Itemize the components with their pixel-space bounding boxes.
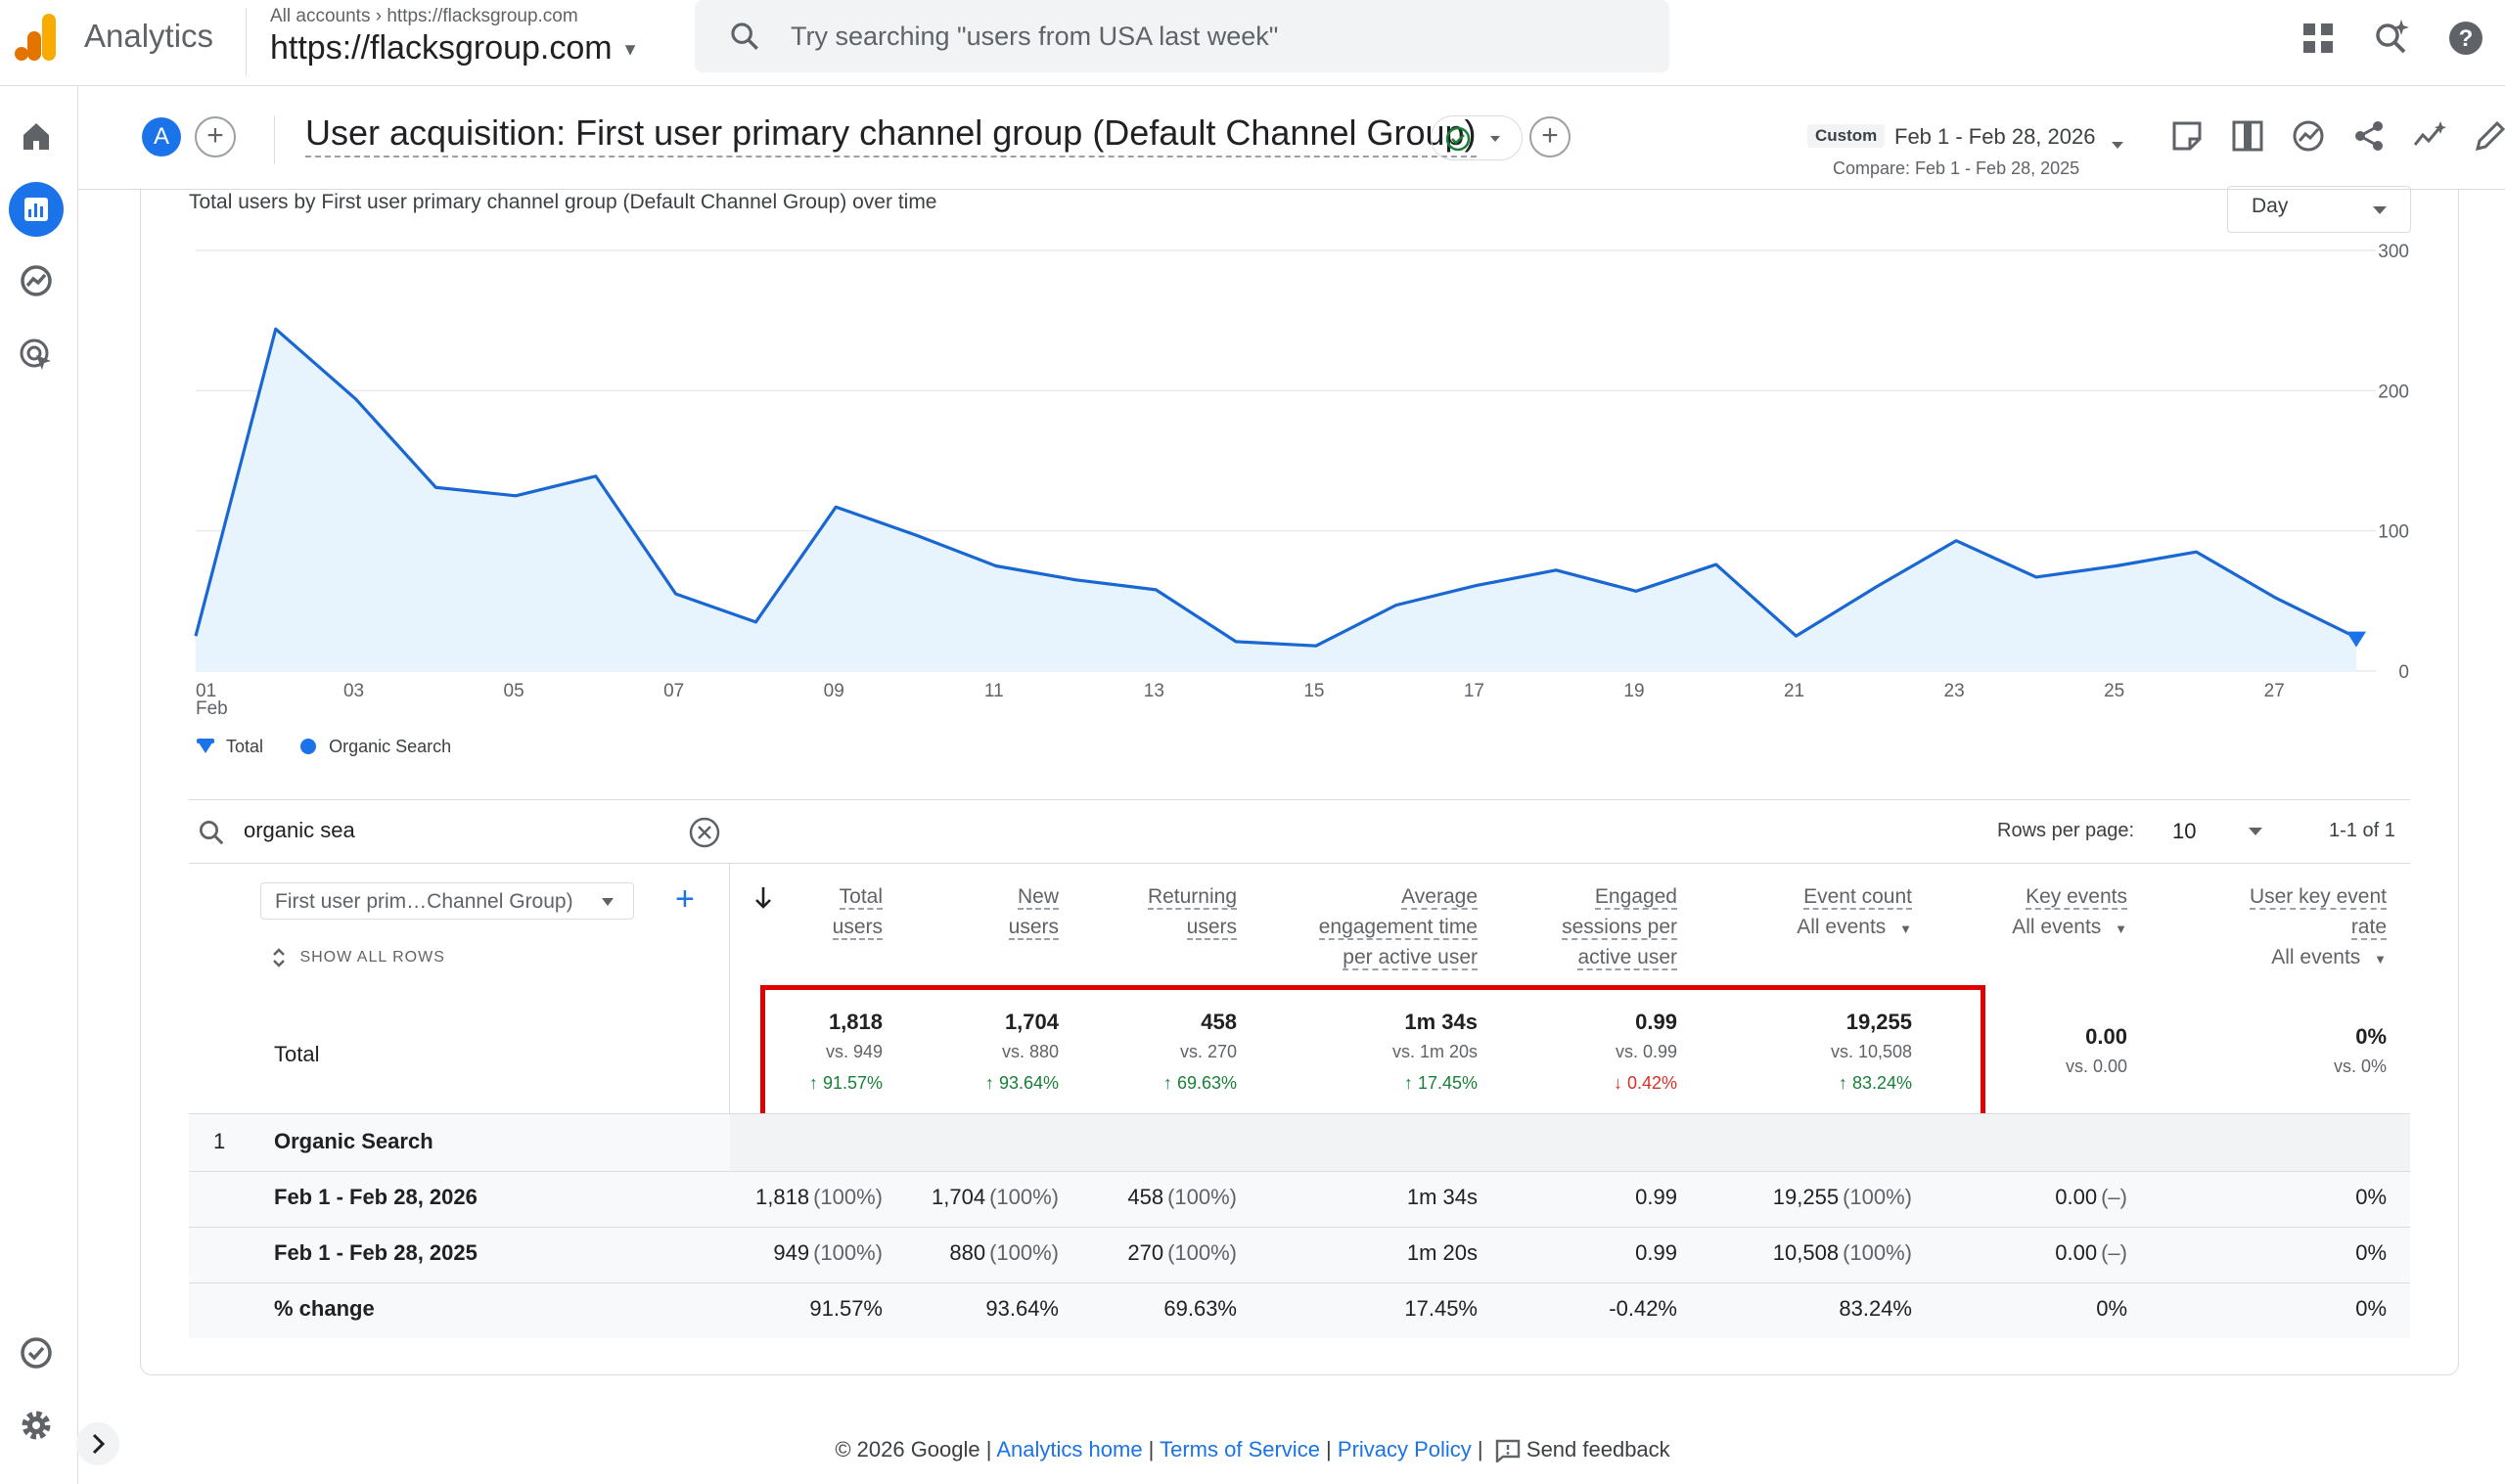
- group-row-fill: [730, 1114, 2410, 1171]
- footer: © 2026 Google | Analytics home | Terms o…: [835, 1437, 1670, 1463]
- col-avg-engagement-time[interactable]: Average engagement time per active user: [1318, 881, 1478, 972]
- row-label: % change: [274, 1296, 375, 1321]
- y-tick-label: 300: [2378, 242, 2409, 262]
- legend-total-marker: [196, 738, 215, 755]
- table-cell: 458 (100%): [1127, 1185, 1237, 1209]
- table-search-input[interactable]: organic sea: [244, 818, 355, 843]
- legend-item-organic-search[interactable]: Organic Search: [329, 737, 451, 757]
- row-channel-name[interactable]: Organic Search: [274, 1129, 433, 1154]
- key-events-total: 0.00 vs. 0.00: [2065, 1024, 2127, 1076]
- rows-per-page-label: Rows per page:: [1997, 820, 2135, 841]
- table-cell: 10,508 (100%): [1772, 1240, 1912, 1265]
- table-cell: 93.64%: [985, 1296, 1059, 1321]
- table-cell: 1,818 (100%): [755, 1185, 883, 1209]
- row-label: Feb 1 - Feb 28, 2025: [274, 1240, 478, 1265]
- event-filter-select[interactable]: All events ▼: [1797, 912, 1912, 944]
- show-all-rows-button[interactable]: SHOW ALL ROWS: [271, 945, 445, 970]
- table-cell: 0%: [2355, 1296, 2387, 1321]
- users-over-time-chart: 010020030001 03 05 07 09 11 13 15 17 19 21 23 25 27Fe…: [194, 242, 2409, 719]
- x-tick-label: 15: [1303, 681, 1324, 701]
- series-area-organic-search: [196, 329, 2356, 671]
- x-tick-label: 07: [663, 681, 684, 701]
- table-cell: 19,255 (100%): [1772, 1185, 1912, 1209]
- y-tick-label: 200: [2378, 382, 2409, 402]
- expand-collapse-icon: [271, 945, 287, 970]
- table-row[interactable]: [189, 1283, 2410, 1338]
- col-total-users[interactable]: Total users: [832, 881, 883, 942]
- highlight-annotation-box: [760, 985, 1985, 1120]
- table-cell: 83.24%: [1839, 1296, 1912, 1321]
- x-tick-label: 21: [1784, 681, 1804, 701]
- x-tick-label: 09: [824, 681, 844, 701]
- chart-legend: Total Organic Search: [196, 736, 451, 757]
- table-search-bar: organic sea Rows per page: 10 1-1 of 1: [189, 799, 2410, 864]
- legend-item-total[interactable]: Total: [226, 737, 263, 757]
- caret-down-icon: ▼: [2115, 922, 2127, 936]
- copyright: © 2026 Google: [835, 1437, 980, 1462]
- table-cell: 0%: [2096, 1296, 2127, 1321]
- pagination-status: 1-1 of 1: [2329, 820, 2395, 841]
- y-tick-label: 100: [2378, 522, 2409, 543]
- table-cell: -0.42%: [1609, 1296, 1677, 1321]
- col-key-events[interactable]: Key events All events ▼: [2012, 881, 2127, 944]
- y-tick-label: 0: [2398, 662, 2409, 683]
- table-cell: 69.63%: [1163, 1296, 1237, 1321]
- search-icon: [197, 818, 226, 847]
- add-dimension-button[interactable]: +: [675, 880, 695, 919]
- privacy-link[interactable]: Privacy Policy: [1338, 1437, 1472, 1462]
- table-cell: 0.00 (–): [2055, 1240, 2127, 1265]
- x-tick-label: 27: [2264, 681, 2285, 701]
- table-cell: 1m 34s: [1406, 1185, 1478, 1209]
- terms-link[interactable]: Terms of Service: [1160, 1437, 1320, 1462]
- col-user-key-event-rate[interactable]: User key event rate All events ▼: [2249, 881, 2387, 974]
- table-cell: 270 (100%): [1127, 1240, 1237, 1265]
- col-engaged-sessions[interactable]: Engaged sessions per active user: [1562, 881, 1677, 972]
- table-cell: 91.57%: [809, 1296, 883, 1321]
- rows-per-page-select[interactable]: 10: [2172, 819, 2196, 844]
- col-event-count[interactable]: Event count All events ▼: [1797, 881, 1912, 944]
- table-cell: 0%: [2355, 1185, 2387, 1209]
- totals-label: Total: [274, 1042, 320, 1066]
- x-tick-label: 23: [1944, 681, 1965, 701]
- analytics-home-link[interactable]: Analytics home: [996, 1437, 1142, 1462]
- x-tick-label: 17: [1464, 681, 1484, 701]
- caret-down-icon[interactable]: [2247, 826, 2264, 837]
- rate-event-filter-select[interactable]: All events ▼: [2250, 942, 2387, 974]
- clear-search-icon[interactable]: [688, 816, 721, 849]
- table-cell: 0.00 (–): [2055, 1185, 2127, 1209]
- admin-check-icon[interactable]: [18, 1334, 55, 1372]
- sort-descending-icon[interactable]: [753, 885, 773, 911]
- col-new-users[interactable]: New users: [1008, 881, 1059, 942]
- dimension-select[interactable]: First user prim…Channel Group): [260, 882, 634, 920]
- table-cell: 1,704 (100%): [932, 1185, 1059, 1209]
- x-tick-label: 13: [1144, 681, 1164, 701]
- feedback-icon: [1495, 1439, 1521, 1463]
- caret-down-icon: ▼: [2374, 952, 2387, 967]
- table-cell: 0.99: [1635, 1240, 1677, 1265]
- table-cell: 1m 20s: [1406, 1240, 1478, 1265]
- table-cell: 880 (100%): [949, 1240, 1059, 1265]
- key-event-filter-select[interactable]: All events ▼: [2012, 912, 2127, 944]
- caret-down-icon: ▼: [1899, 922, 1912, 936]
- key-event-rate-total: 0% vs. 0%: [2333, 1024, 2387, 1076]
- send-feedback-link[interactable]: Send feedback: [1526, 1437, 1670, 1462]
- caret-down-icon: [602, 898, 614, 906]
- col-returning-users[interactable]: Returning users: [1147, 881, 1237, 942]
- x-tick-label: 05: [504, 681, 524, 701]
- x-tick-label: 03: [343, 681, 364, 701]
- legend-organic-marker: [300, 739, 317, 755]
- x-axis-month-label: Feb: [196, 698, 228, 719]
- row-label: Feb 1 - Feb 28, 2026: [274, 1185, 478, 1209]
- table-cell: 0%: [2355, 1240, 2387, 1265]
- x-tick-label: 25: [2104, 681, 2124, 701]
- x-tick-label: 11: [984, 681, 1004, 701]
- table-cell: 0.99: [1635, 1185, 1677, 1209]
- dimension-label: First user prim…Channel Group): [275, 890, 573, 913]
- table-cell: 949 (100%): [773, 1240, 883, 1265]
- table-cell: 17.45%: [1404, 1296, 1478, 1321]
- row-index: 1: [213, 1129, 226, 1153]
- x-tick-label: 19: [1623, 681, 1644, 701]
